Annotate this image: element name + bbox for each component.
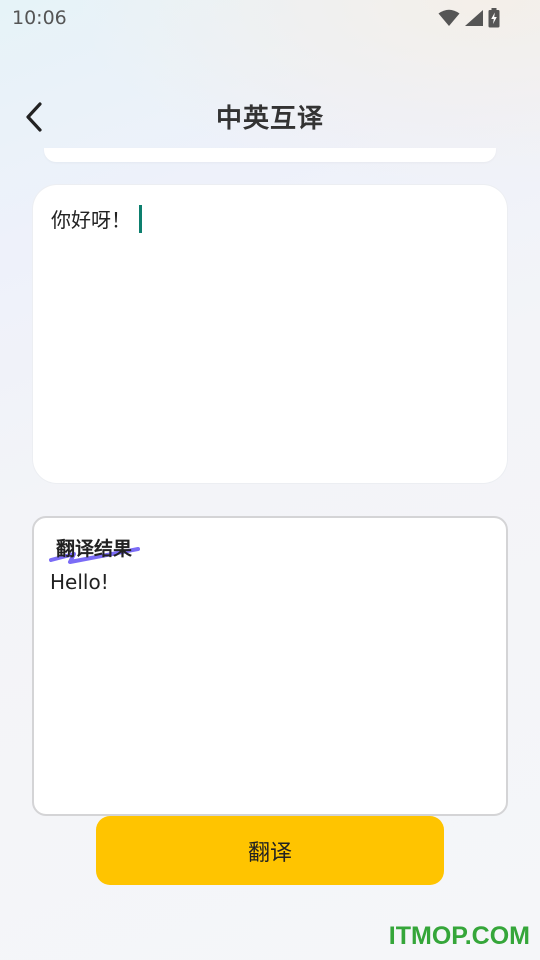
text-cursor <box>139 204 142 233</box>
translation-result-card: 翻译结果 Hello! <box>32 516 508 816</box>
page-title: 中英互译 <box>215 104 324 134</box>
source-text-value: 你好呀！ <box>51 208 131 232</box>
battery-charging-icon <box>488 8 500 28</box>
result-title-wrap: 翻译结果 <box>48 530 148 566</box>
result-text: Hello! <box>50 570 109 594</box>
cellular-signal-icon <box>465 10 483 26</box>
clipped-card-edge <box>44 148 496 162</box>
source-text-input[interactable]: 你好呀！ <box>33 185 507 483</box>
translate-button[interactable]: 翻译 <box>96 816 444 885</box>
wifi-icon <box>438 9 460 26</box>
status-time: 10:06 <box>12 7 67 29</box>
status-bar: 10:06 <box>0 0 540 36</box>
status-icons <box>438 8 500 28</box>
result-title: 翻译结果 <box>56 538 133 560</box>
watermark: ITMOP.COM <box>388 922 530 950</box>
